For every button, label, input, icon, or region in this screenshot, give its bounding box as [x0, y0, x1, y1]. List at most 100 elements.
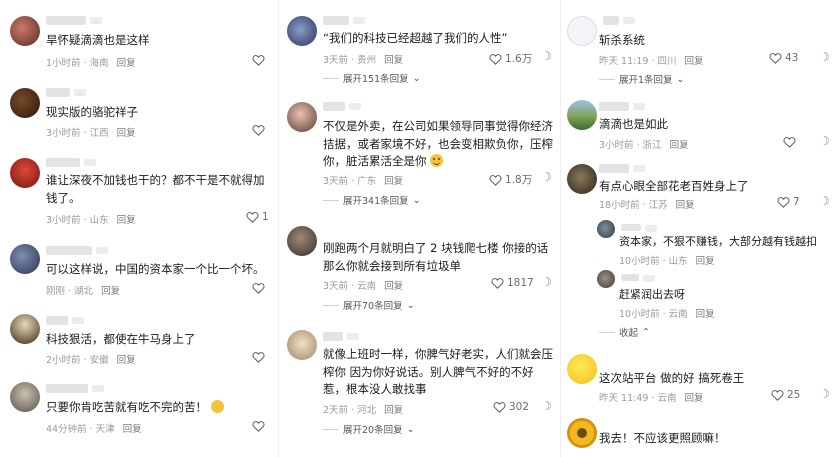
avatar[interactable]	[287, 102, 317, 132]
reply-button[interactable]: 回复	[123, 421, 142, 435]
expand-replies-button[interactable]: 展开151条回复 ⌄	[323, 71, 421, 85]
like-button[interactable]	[252, 351, 268, 363]
username-redacted[interactable]	[46, 384, 104, 393]
username-redacted[interactable]	[323, 332, 359, 341]
reply-button[interactable]: 回复	[696, 253, 715, 267]
username-redacted[interactable]	[599, 164, 645, 173]
comment-item: 这次站平台 做的好 搞死卷王 昨天 11:49 · 云南 回复 25 ☾	[561, 350, 837, 408]
like-button[interactable]: 1.8万	[489, 172, 532, 187]
comment-text: 我去！不应该更照顾嘛！	[599, 431, 726, 445]
avatar[interactable]	[567, 100, 597, 130]
like-button[interactable]: 7	[777, 196, 800, 208]
divider-line	[323, 77, 339, 79]
avatar[interactable]	[597, 220, 615, 238]
reply-button[interactable]: 回复	[684, 390, 703, 404]
time-location: 10小时前 · 山东	[619, 256, 688, 267]
reply-button[interactable]: 回复	[696, 306, 715, 320]
like-button[interactable]	[783, 136, 799, 148]
like-button[interactable]	[252, 124, 268, 136]
avatar[interactable]	[10, 244, 40, 274]
avatar[interactable]	[10, 382, 40, 412]
avatar[interactable]	[10, 88, 40, 118]
username-redacted[interactable]	[603, 16, 635, 25]
like-button[interactable]	[252, 420, 268, 432]
expand-replies-button[interactable]: 展开341条回复 ⌄	[323, 193, 421, 207]
avatar[interactable]	[597, 270, 615, 288]
comment-item: 不仅是外卖，在公司如果领导同事觉得你经济拮据，或者家境不好，也会变相欺负你，压榨…	[279, 98, 559, 218]
username-redacted[interactable]	[46, 246, 108, 255]
avatar[interactable]	[287, 226, 317, 256]
reply-button[interactable]: 回复	[384, 173, 403, 187]
dislike-icon[interactable]: ☾	[819, 50, 830, 64]
like-button[interactable]	[252, 54, 268, 66]
time-location: 2小时前 · 安徽	[46, 355, 109, 366]
like-button[interactable]: 1	[246, 211, 269, 223]
username-redacted[interactable]	[46, 316, 84, 325]
dislike-icon[interactable]: ☾	[819, 194, 830, 208]
like-count: 302	[509, 401, 530, 413]
dislike-icon[interactable]: ☾	[541, 399, 552, 413]
like-button[interactable]: 302	[493, 401, 529, 413]
like-button[interactable]	[252, 282, 268, 294]
reply-button[interactable]: 回复	[101, 283, 120, 297]
avatar[interactable]	[10, 158, 40, 188]
like-button[interactable]: 43	[769, 52, 798, 64]
comment-meta: 44分钟前 · 天津 回复	[46, 421, 150, 435]
avatar[interactable]	[567, 354, 597, 384]
comment-item: “我们的科技已经超越了我们的人性” 3天前 · 贵州 回复 1.6万 ☾ 展开15…	[279, 10, 559, 90]
dislike-icon[interactable]: ☾	[819, 134, 830, 148]
avatar[interactable]	[287, 16, 317, 46]
dislike-icon[interactable]: ☾	[541, 49, 552, 63]
reply-item: 赶紧润出去呀 10小时前 · 云南 回复	[561, 268, 837, 320]
username-redacted[interactable]	[46, 158, 96, 167]
username-redacted[interactable]	[599, 102, 645, 111]
reply-button[interactable]: 回复	[670, 137, 689, 151]
reply-button[interactable]: 回复	[117, 352, 136, 366]
comment-text: 有点心眼全部花老百姓身上了	[599, 179, 749, 193]
reply-button[interactable]: 回复	[384, 52, 403, 66]
like-button[interactable]: 25	[771, 389, 800, 401]
divider-line	[323, 199, 339, 201]
expand-replies-label: 展开70条回复	[343, 301, 403, 312]
reply-button[interactable]: 回复	[117, 55, 136, 69]
avatar[interactable]	[567, 164, 597, 194]
dislike-icon[interactable]: ☾	[541, 275, 552, 289]
dislike-icon[interactable]: ☾	[541, 170, 552, 184]
reply-button[interactable]: 回复	[117, 212, 136, 226]
reply-button[interactable]: 回复	[384, 278, 403, 292]
expand-replies-button[interactable]: 展开70条回复 ⌄	[323, 298, 415, 312]
expand-replies-button[interactable]: 展开20条回复 ⌄	[323, 422, 415, 436]
username-redacted[interactable]	[46, 88, 86, 97]
username-redacted[interactable]	[323, 102, 361, 111]
comment-item: 旱怀疑滴滴也是这样 1小时前 · 海南 回复	[0, 10, 278, 70]
comment-text: 可以这样说，中国的资本家一个比一个坏。	[46, 262, 265, 276]
avatar[interactable]	[10, 314, 40, 344]
time-location: 刚刚 · 湖北	[46, 286, 94, 297]
divider-line	[599, 331, 615, 333]
collapse-replies-button[interactable]: 收起 ⌃	[599, 325, 650, 339]
reply-button[interactable]: 回复	[676, 197, 695, 211]
dislike-icon[interactable]: ☾	[819, 387, 830, 401]
time-location: 3天前 · 广东	[323, 176, 377, 187]
username-redacted[interactable]	[621, 274, 655, 282]
username-redacted[interactable]	[323, 16, 365, 25]
like-button[interactable]: 1817	[491, 277, 534, 289]
reply-button[interactable]: 回复	[384, 402, 403, 416]
reply-meta: 10小时前 · 云南 回复	[619, 306, 723, 320]
expand-replies-button[interactable]: 展开1条回复 ⌄	[599, 72, 685, 86]
avatar[interactable]	[287, 330, 317, 360]
comment-item: 我去！不应该更照顾嘛！	[561, 414, 837, 454]
time-location: 3小时前 · 浙江	[599, 140, 662, 151]
reply-button[interactable]: 回复	[117, 125, 136, 139]
avatar[interactable]	[567, 16, 597, 46]
avatar[interactable]	[10, 16, 40, 46]
username-redacted[interactable]	[46, 16, 102, 25]
username-redacted[interactable]	[621, 224, 657, 232]
reply-button[interactable]: 回复	[684, 53, 703, 67]
heart-icon	[252, 283, 265, 294]
expand-replies-label: 展开341条回复	[343, 196, 409, 207]
avatar[interactable]	[567, 418, 597, 448]
comment-meta: 2小时前 · 安徽 回复	[46, 352, 144, 366]
comment-meta: 3小时前 · 江西 回复	[46, 125, 144, 139]
like-button[interactable]: 1.6万	[489, 51, 532, 66]
